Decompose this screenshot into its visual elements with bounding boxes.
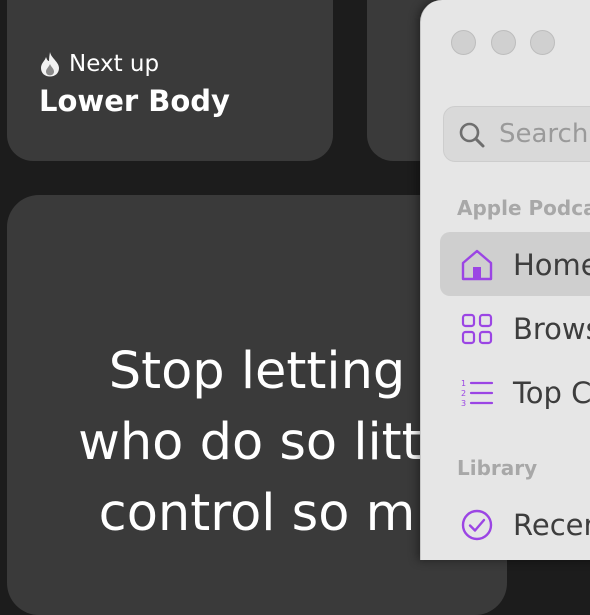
- svg-text:2: 2: [461, 389, 466, 398]
- sidebar-item-browse[interactable]: Brows: [440, 296, 590, 360]
- section-title-library: Library: [457, 456, 538, 480]
- sidebar-item-recently-updated[interactable]: Recen: [440, 492, 590, 556]
- grid-icon: [461, 313, 493, 345]
- next-up-label: Next up: [69, 51, 160, 77]
- numbered-list-icon: 1 2 3: [461, 379, 494, 408]
- close-window-button[interactable]: [451, 30, 476, 55]
- sidebar-item-label: Top C: [513, 376, 590, 410]
- sidebar-item-home[interactable]: Home: [440, 232, 590, 296]
- next-up-row: Next up: [39, 50, 159, 78]
- sidebar-item-label: Brows: [513, 312, 590, 346]
- svg-text:3: 3: [461, 399, 466, 408]
- search-field[interactable]: Search: [443, 106, 590, 162]
- minimize-window-button[interactable]: [491, 30, 516, 55]
- podcasts-sidebar-window: Search Apple Podca Home Brows 1 2 3 Top …: [420, 0, 590, 560]
- sidebar-item-top-charts[interactable]: 1 2 3 Top C: [440, 360, 590, 424]
- svg-text:1: 1: [461, 379, 466, 388]
- sidebar-item-label: Recen: [513, 508, 590, 542]
- search-placeholder: Search: [499, 119, 589, 149]
- sidebar-item-label: Home: [513, 248, 590, 282]
- search-icon: [459, 122, 485, 148]
- next-up-card[interactable]: [7, 0, 333, 161]
- section-title-apple-podcasts: Apple Podca: [457, 196, 590, 220]
- house-icon: [461, 249, 493, 281]
- checkmark-circle-icon: [461, 509, 493, 541]
- workout-title: Lower Body: [39, 84, 230, 118]
- zoom-window-button[interactable]: [530, 30, 555, 55]
- flame-icon: [41, 52, 59, 77]
